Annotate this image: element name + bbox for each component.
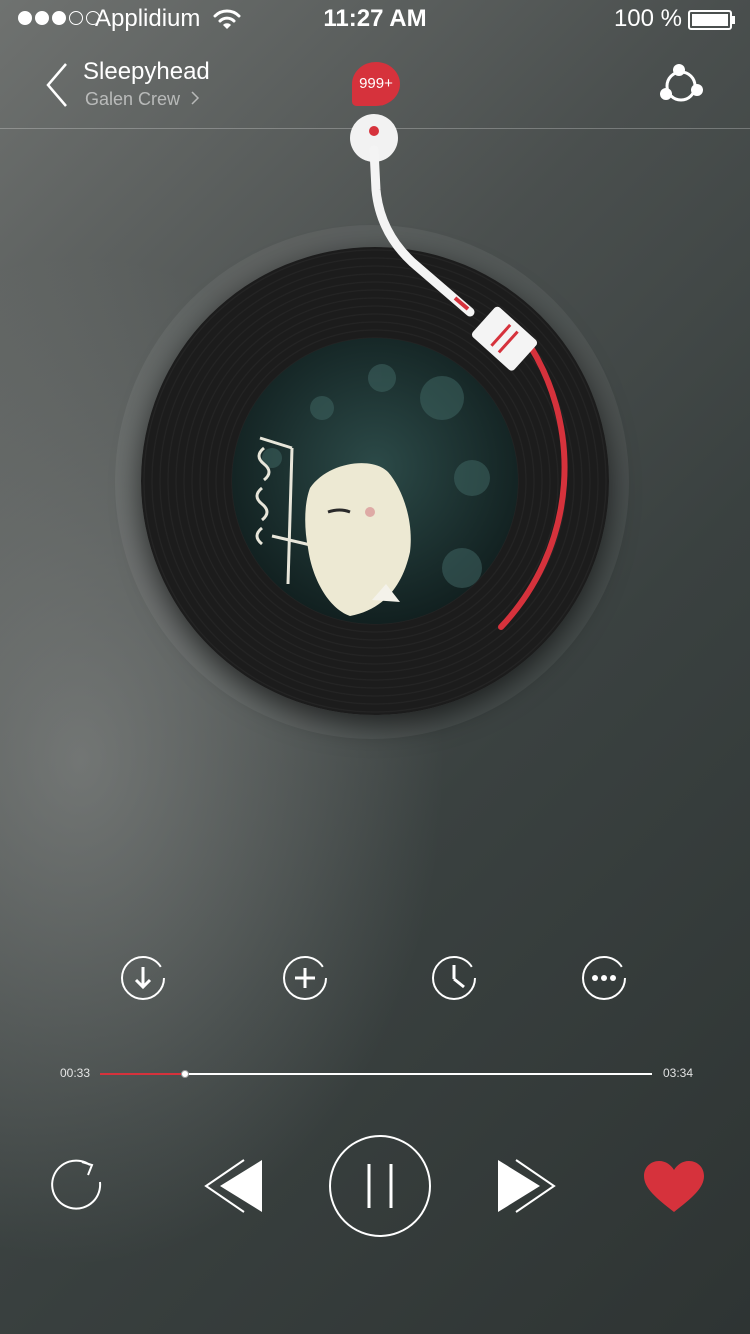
artist-chevron-icon[interactable] [189, 89, 201, 107]
artist-link[interactable]: Galen Crew [85, 89, 180, 110]
next-icon[interactable] [494, 1158, 556, 1214]
song-title: Sleepyhead [83, 58, 210, 85]
total-duration: 03:34 [663, 1066, 694, 1080]
progress-fill [100, 1073, 186, 1075]
battery-icon [688, 10, 735, 30]
progress-knob[interactable] [181, 1070, 190, 1078]
repeat-icon[interactable] [48, 1156, 108, 1216]
clock-icon[interactable] [430, 954, 478, 1002]
progress-bar[interactable] [100, 1070, 652, 1078]
battery-percentage: 100 % [613, 5, 682, 32]
back-chevron-icon[interactable] [40, 60, 74, 110]
album-art [232, 338, 518, 624]
add-icon[interactable] [281, 954, 329, 1002]
nav-bar: Sleepyhead Galen Crew 999+ [0, 40, 750, 129]
heart-icon[interactable] [642, 1160, 706, 1214]
share-icon[interactable] [658, 60, 706, 110]
more-icon[interactable] [580, 954, 628, 1002]
pause-icon[interactable] [328, 1134, 432, 1238]
elapsed-time: 00:33 [60, 1066, 91, 1080]
download-icon[interactable] [119, 954, 167, 1002]
previous-icon[interactable] [204, 1158, 266, 1214]
status-bar: Applidium 11:27 AM 100 % [0, 0, 750, 40]
comments-badge[interactable]: 999+ [352, 62, 400, 106]
